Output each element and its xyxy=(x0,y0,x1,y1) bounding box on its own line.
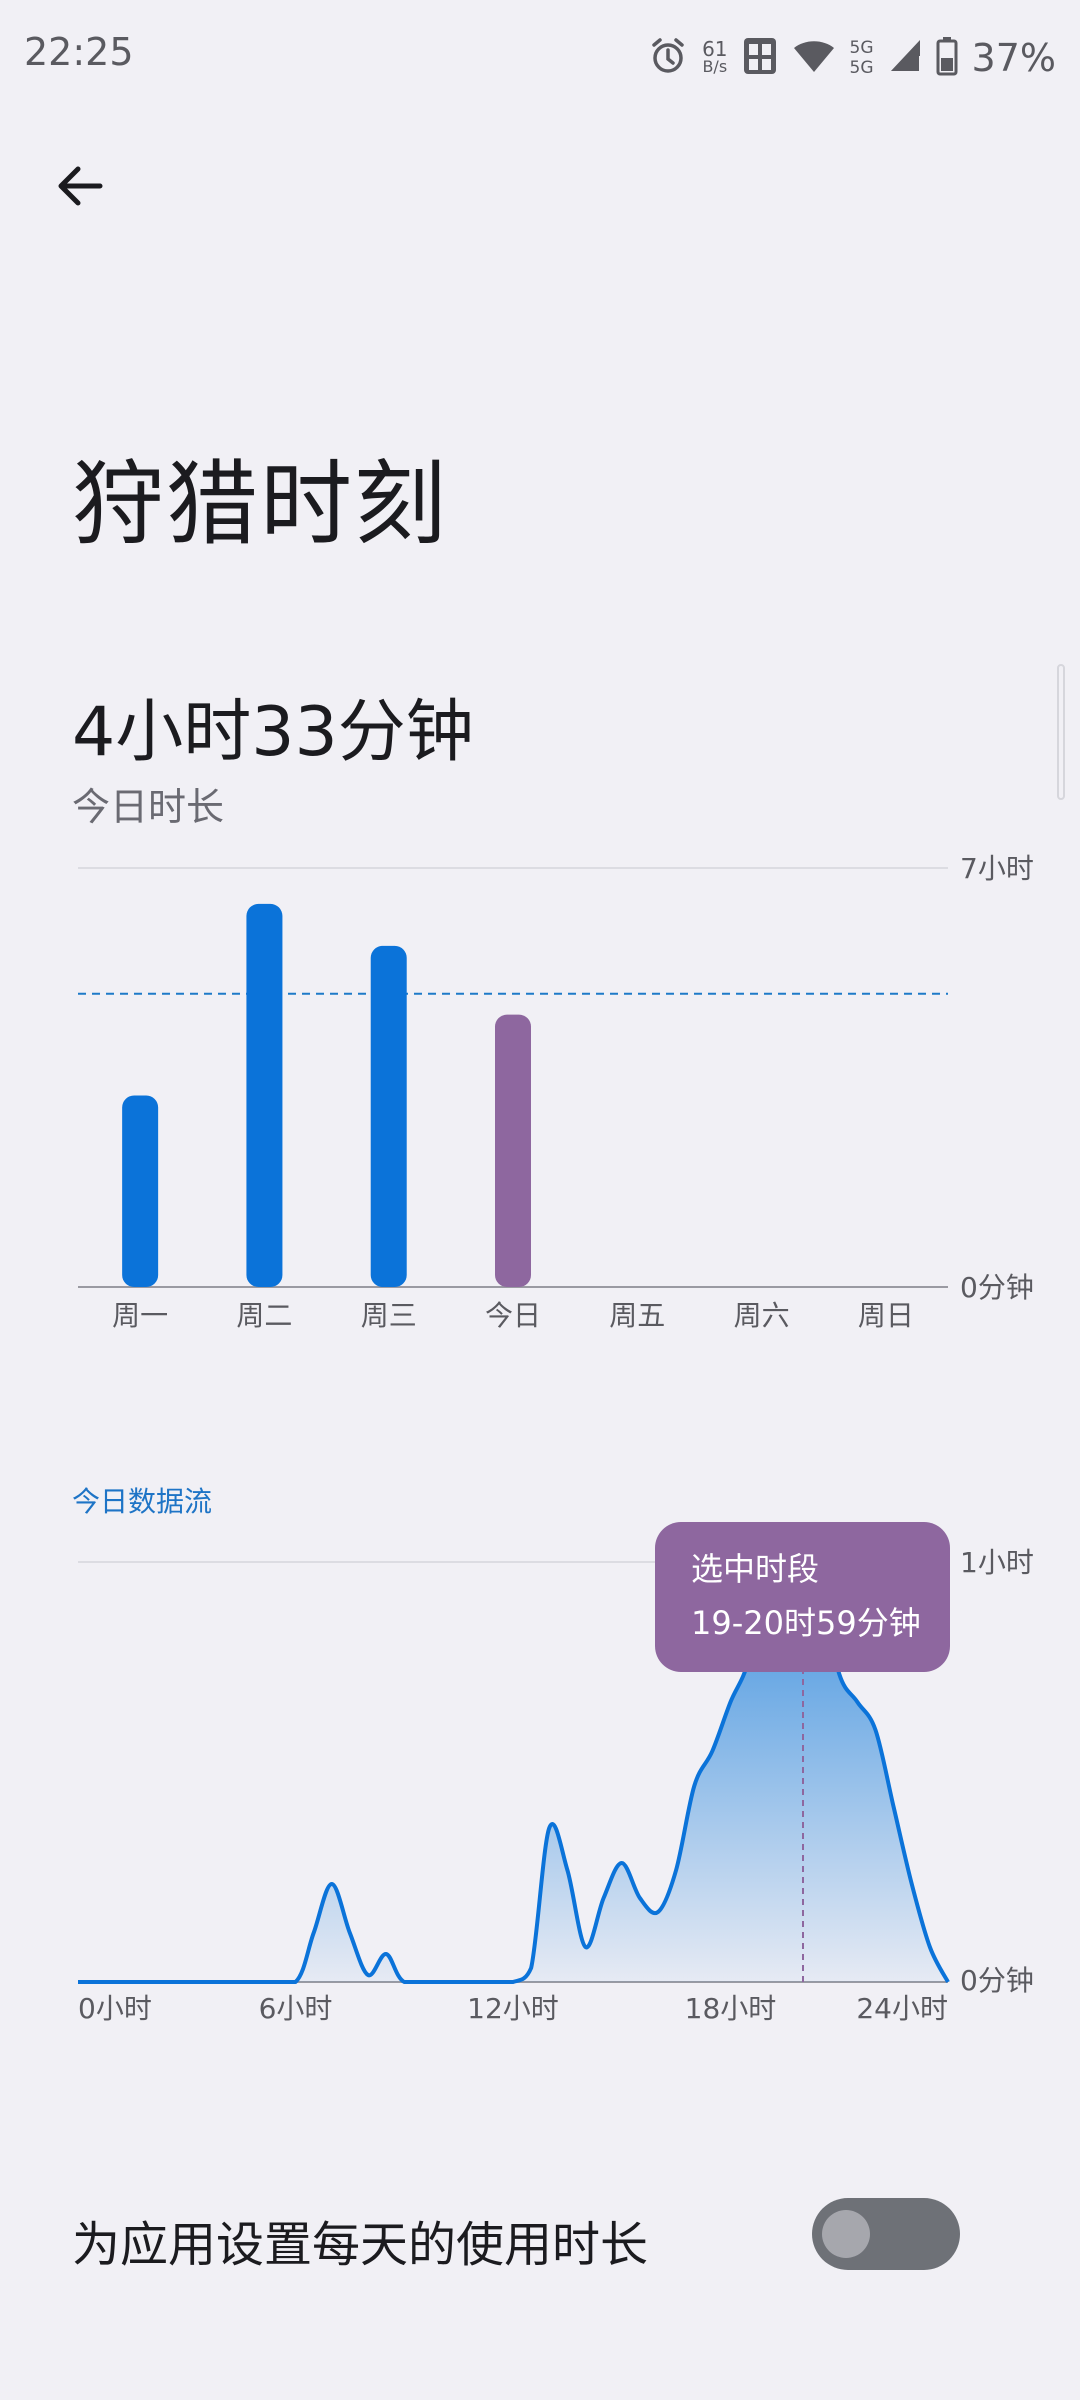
weekly-day-label: 周二 xyxy=(236,1299,292,1332)
weekly-y-top-label: 7小时 xyxy=(960,852,1034,885)
weekly-bar xyxy=(495,1014,531,1287)
hourly-x-label: 24小时 xyxy=(856,1992,948,2025)
daily-limit-label: 为应用设置每天的使用时长 xyxy=(72,2217,649,2273)
weekly-bar xyxy=(122,1095,159,1287)
selected-period-tooltip: 选中时段 19-20时59分钟 xyxy=(655,1522,950,1672)
charts-canvas: 周一 周二 周三 今日 周五 周六 周日 7小时 0分钟 0小时 6小时 12小时 18小时 24小时 1… xyxy=(77,852,1034,2025)
weekly-day-label: 周一 xyxy=(112,1299,168,1332)
hourly-x-label: 0小时 xyxy=(78,1992,152,2025)
hourly-x-label: 18小时 xyxy=(685,1992,777,2025)
tooltip-detail: 19-20时59分钟 xyxy=(691,1604,921,1642)
daily-limit-toggle[interactable] xyxy=(812,2198,960,2270)
weekly-day-label: 周五 xyxy=(609,1299,665,1332)
weekly-bar xyxy=(370,945,407,1287)
weekly-bar xyxy=(246,903,283,1287)
weekly-day-label: 周六 xyxy=(734,1299,790,1332)
weekly-day-label: 今日 xyxy=(485,1299,541,1332)
hourly-section-label: 今日数据流 xyxy=(72,1485,213,1518)
hourly-y-top-label: 1小时 xyxy=(960,1546,1034,1579)
hourly-y-bottom-label: 0分钟 xyxy=(960,1964,1034,1997)
weekly-y-bottom-label: 0分钟 xyxy=(960,1271,1034,1304)
hourly-x-label: 12小时 xyxy=(467,1992,559,2025)
weekly-day-label: 周日 xyxy=(858,1299,914,1332)
toggle-knob xyxy=(822,2210,870,2258)
hourly-x-label: 6小时 xyxy=(259,1992,333,2025)
weekly-chart: 周一 周二 周三 今日 周五 周六 周日 7小时 0分钟 xyxy=(78,852,1034,1332)
weekly-day-label: 周三 xyxy=(361,1299,417,1332)
tooltip-title: 选中时段 xyxy=(691,1550,820,1588)
